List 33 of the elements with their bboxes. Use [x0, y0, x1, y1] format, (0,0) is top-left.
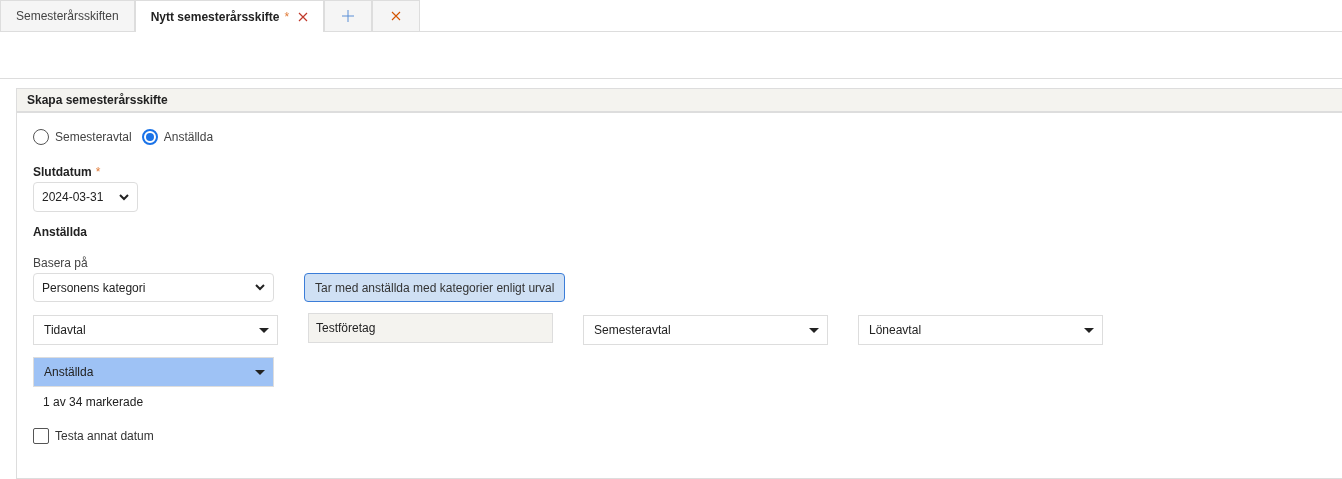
- info-button[interactable]: Tar med anställda med kategorier enligt urval: [304, 273, 566, 302]
- chevron-icon: [255, 284, 265, 291]
- tab[interactable]: Semesterårsskiften: [0, 0, 135, 31]
- field-label: Slutdatum: [33, 165, 92, 179]
- base-dropdown[interactable]: Personens kategori: [33, 273, 274, 302]
- filter-dropdown[interactable]: Tidavtal: [33, 315, 278, 345]
- selection-count: 1 av 34 markerade: [43, 395, 145, 409]
- readonly-field: Testföretag: [308, 313, 553, 343]
- required-marker: *: [95, 165, 101, 179]
- close-icon[interactable]: [298, 11, 309, 22]
- checkbox-label: Testa annat datum: [55, 429, 154, 443]
- modified-marker: *: [284, 9, 290, 24]
- tab[interactable]: Nytt semesterårsskifte *: [134, 0, 325, 32]
- caret-icon: [809, 327, 819, 333]
- employees-dropdown[interactable]: Anställda: [33, 357, 274, 387]
- radio-label: Semesteravtal: [55, 130, 132, 144]
- plus-icon: [342, 10, 355, 22]
- tab-label: Semesterårsskiften: [16, 9, 119, 23]
- radio-label: Anställda: [163, 130, 214, 144]
- filter-dropdown[interactable]: Löneavtal: [858, 315, 1103, 345]
- caret-icon: [259, 327, 269, 333]
- close-icon: [391, 11, 402, 21]
- field-label: Basera på: [33, 256, 89, 270]
- radio-button[interactable]: [141, 129, 158, 145]
- filter-dropdown[interactable]: Semesteravtal: [583, 315, 828, 345]
- chevron-icon: [119, 193, 129, 201]
- date-dropdown[interactable]: 2024-03-31: [33, 182, 138, 212]
- caret-icon: [1084, 327, 1094, 333]
- caret-icon: [255, 369, 265, 375]
- tab-label: Nytt semesterårsskifte: [150, 9, 280, 24]
- section-heading: Anställda: [33, 225, 88, 239]
- checkbox[interactable]: [33, 428, 49, 444]
- panel-title: Skapa semesterårsskifte: [27, 93, 168, 107]
